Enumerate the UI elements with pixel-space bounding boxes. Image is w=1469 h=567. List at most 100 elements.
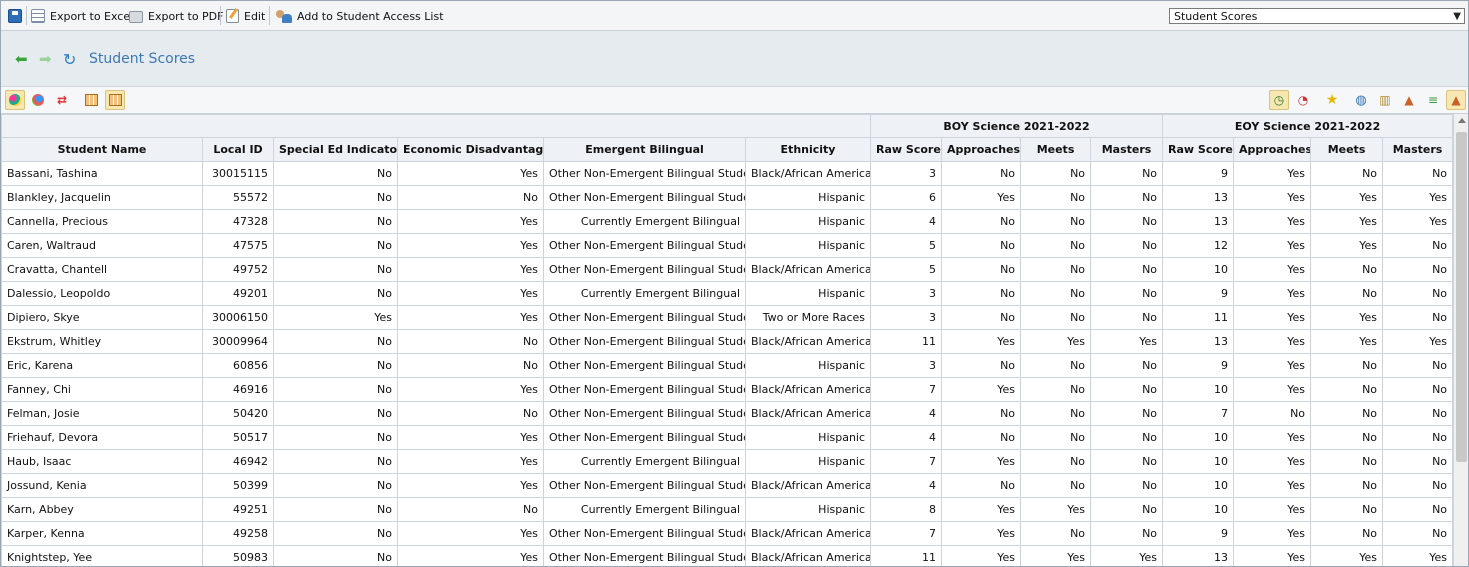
column-layout-button[interactable] <box>81 90 101 110</box>
cell-boy-raw-score: 3 <box>870 353 943 378</box>
cell-local-id: 60856 <box>202 353 274 378</box>
report-select[interactable]: Student Scores ▼ <box>1169 8 1465 24</box>
cell-eoy-meets: Yes <box>1310 545 1384 566</box>
column-header-eoy-meets[interactable]: Meets <box>1310 137 1384 162</box>
toolbar-divider <box>26 6 27 25</box>
column-header-ethnicity[interactable]: Ethnicity <box>744 137 872 162</box>
export-pdf-button[interactable]: Export to PDF <box>129 6 223 26</box>
column-header-local-id[interactable]: Local ID <box>202 137 274 162</box>
column-header-boy-meets[interactable]: Meets <box>1020 137 1092 162</box>
table-row[interactable]: Bassani, Tashina 30015115 No Yes Other Non-E… <box>1 161 1453 186</box>
cell-boy-masters: No <box>1090 377 1164 402</box>
group-filter-button[interactable] <box>28 90 48 110</box>
group-header-boy: BOY Science 2021-2022 <box>870 114 1164 138</box>
cell-eoy-approaches: Yes <box>1233 233 1312 258</box>
chart-filter-button[interactable] <box>5 90 25 110</box>
table-row[interactable]: Dipiero, Skye 30006150 Yes Yes Other Non-Eme… <box>1 305 1453 330</box>
cell-boy-meets: No <box>1020 401 1092 426</box>
table-row[interactable]: Fanney, Chi 46916 No Yes Other Non-Emergent … <box>1 377 1453 402</box>
cell-boy-masters: No <box>1090 209 1164 234</box>
table-row[interactable]: Cravatta, Chantell 49752 No Yes Other Non-Em… <box>1 257 1453 282</box>
cell-economic-disadvantage: Yes <box>397 377 544 402</box>
table-row[interactable]: Ekstrum, Whitley 30009964 No No Other Non-Em… <box>1 329 1453 354</box>
cell-ethnicity: Black/African American <box>744 329 872 354</box>
cell-ethnicity: Black/African American <box>744 521 872 546</box>
web-view-button[interactable]: ◍ <box>1351 90 1371 110</box>
cell-ethnicity: Black/African American <box>744 377 872 402</box>
column-header-eoy-masters[interactable]: Masters <box>1382 137 1453 162</box>
column-header-boy-raw-score[interactable]: Raw Score <box>870 137 943 162</box>
cell-student-name: Caren, Waltraud <box>1 233 203 258</box>
cell-eoy-raw-score: 9 <box>1162 353 1235 378</box>
table-row[interactable]: Karper, Kenna 49258 No Yes Other Non-Emergen… <box>1 521 1453 546</box>
icon-toolbar: ⇄ ◷ ◔ ★ ◍ ▥ ▲ ≡ ▲ <box>1 87 1468 114</box>
cell-boy-approaches: No <box>941 257 1022 282</box>
add-access-label: Add to Student Access List <box>297 9 444 23</box>
scrollbar-thumb[interactable] <box>1456 132 1467 462</box>
layers-button[interactable]: ≡ <box>1423 90 1443 110</box>
compare-view-button[interactable]: ◔ <box>1293 90 1313 110</box>
cell-local-id: 30015115 <box>202 161 274 186</box>
cell-boy-approaches: No <box>941 305 1022 330</box>
cell-special-ed: No <box>273 209 398 234</box>
column-header-eoy-raw-score[interactable]: Raw Score <box>1162 137 1235 162</box>
cell-eoy-raw-score: 7 <box>1162 401 1235 426</box>
table-row[interactable]: Karn, Abbey 49251 No No Currently Emergent B… <box>1 497 1453 522</box>
time-view-button[interactable]: ◷ <box>1269 90 1289 110</box>
add-access-button[interactable]: Add to Student Access List <box>276 6 444 26</box>
table-row[interactable]: Haub, Isaac 46942 No Yes Currently Emergent … <box>1 449 1453 474</box>
row-layout-button[interactable] <box>105 90 125 110</box>
column-header-boy-approaches[interactable]: Approaches <box>941 137 1022 162</box>
cell-boy-masters: No <box>1090 449 1164 474</box>
cell-eoy-masters: No <box>1382 257 1453 282</box>
column-header-special-ed[interactable]: Special Ed Indicator <box>273 137 398 162</box>
cell-economic-disadvantage: Yes <box>397 425 544 450</box>
cell-boy-meets: No <box>1020 449 1092 474</box>
cell-boy-masters: No <box>1090 473 1164 498</box>
favorites-button[interactable]: ★ <box>1322 90 1342 110</box>
sync-icon: ⇄ <box>56 93 68 107</box>
refresh-icon[interactable]: ↻ <box>63 52 76 68</box>
table-row[interactable]: Friehauf, Devora 50517 No Yes Other Non-Emer… <box>1 425 1453 450</box>
cell-eoy-masters: No <box>1382 497 1453 522</box>
column-header-student-name[interactable]: Student Name <box>1 137 203 162</box>
cell-boy-meets: No <box>1020 353 1092 378</box>
cell-boy-approaches: No <box>941 209 1022 234</box>
forward-arrow-icon[interactable]: ➡ <box>39 52 52 67</box>
group-header-row: BOY Science 2021-2022 EOY Science 2021-2… <box>1 114 1453 138</box>
cell-boy-approaches: Yes <box>941 497 1022 522</box>
cell-eoy-masters: No <box>1382 401 1453 426</box>
refresh-data-button[interactable]: ⇄ <box>52 90 72 110</box>
documents-button[interactable]: ▥ <box>1375 90 1395 110</box>
student-profile-button[interactable]: ▲ <box>1399 90 1419 110</box>
cell-economic-disadvantage: Yes <box>397 281 544 306</box>
student-list-button[interactable]: ▲ <box>1446 90 1466 110</box>
cell-boy-raw-score: 4 <box>870 401 943 426</box>
cell-boy-raw-score: 7 <box>870 521 943 546</box>
cell-eoy-meets: Yes <box>1310 185 1384 210</box>
table-row[interactable]: Knightstep, Yee 50983 No Yes Other Non-Emerg… <box>1 545 1453 566</box>
cell-boy-raw-score: 8 <box>870 497 943 522</box>
cell-boy-approaches: No <box>941 281 1022 306</box>
table-row[interactable]: Eric, Karena 60856 No No Other Non-Emergent … <box>1 353 1453 378</box>
export-excel-button[interactable]: Export to Excel <box>31 6 133 26</box>
save-button[interactable] <box>8 6 22 26</box>
column-header-economic-disadvantage[interactable]: Economic Disadvantage <box>397 137 544 162</box>
scroll-up-icon[interactable] <box>1458 118 1466 123</box>
cell-economic-disadvantage: Yes <box>397 209 544 234</box>
table-row[interactable]: Felman, Josie 50420 No No Other Non-Emergent… <box>1 401 1453 426</box>
table-row[interactable]: Cannella, Precious 47328 No Yes Currently Em… <box>1 209 1453 234</box>
cell-eoy-raw-score: 10 <box>1162 473 1235 498</box>
table-row[interactable]: Dalessio, Leopoldo 49201 No Yes Currently Em… <box>1 281 1453 306</box>
column-header-emergent-bilingual[interactable]: Emergent Bilingual <box>543 137 746 162</box>
vertical-scrollbar[interactable] <box>1453 114 1468 566</box>
cell-eoy-masters: No <box>1382 449 1453 474</box>
column-header-boy-masters[interactable]: Masters <box>1090 137 1164 162</box>
table-row[interactable]: Blankley, Jacquelin 55572 No No Other Non-Em… <box>1 185 1453 210</box>
table-row[interactable]: Jossund, Kenia 50399 No Yes Other Non-Emerge… <box>1 473 1453 498</box>
back-arrow-icon[interactable]: ⬅ <box>15 52 28 67</box>
column-header-eoy-approaches[interactable]: Approaches <box>1233 137 1312 162</box>
edit-button[interactable]: Edit <box>226 6 265 26</box>
cell-boy-raw-score: 11 <box>870 329 943 354</box>
table-row[interactable]: Caren, Waltraud 47575 No Yes Other Non-Emerg… <box>1 233 1453 258</box>
